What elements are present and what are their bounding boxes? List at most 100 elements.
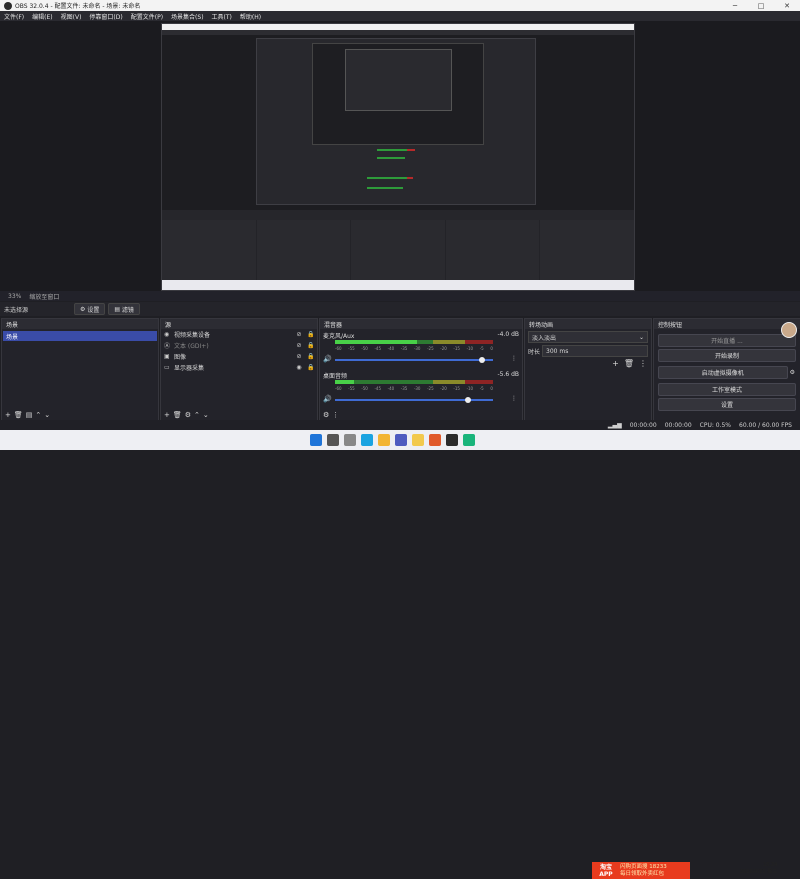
app-icon[interactable] [463, 434, 475, 446]
lock-icon[interactable]: 🔒 [305, 364, 317, 371]
mixer-channel: 麦克风/Aux -4.0 dB -60 -55 -50 -45 -40 -35 -30 -25… [323, 331, 519, 369]
add-icon[interactable]: + [164, 411, 170, 419]
chevron-down-icon: ⌄ [638, 333, 644, 341]
volume-knob[interactable] [478, 357, 485, 363]
properties-button[interactable]: ⚙ 设置 [74, 303, 106, 315]
mixer-channel: 桌面音频 -5.6 dB -60 -55 -50 -45 -40 -35 -30 -25 -20… [323, 371, 519, 409]
move-up-icon[interactable]: ⌃ [35, 411, 41, 419]
gear-icon[interactable]: ⚙ [790, 369, 795, 376]
no-source-label: 未选择源 [4, 306, 29, 314]
add-icon[interactable]: + [612, 359, 619, 368]
maximize-icon[interactable]: □ [748, 2, 774, 10]
more-options-icon[interactable]: ⋮ [639, 359, 647, 368]
nested-window-2 [256, 38, 536, 205]
trash-icon[interactable]: 🗑 [173, 411, 182, 419]
avatar[interactable] [781, 322, 797, 338]
settings-button[interactable]: 设置 [658, 398, 796, 411]
promo-brand: 淘宝 APP [599, 863, 613, 878]
app-icon[interactable] [395, 434, 407, 446]
gear-icon: ⚙ [80, 305, 86, 313]
channel-db: -5.6 dB [497, 371, 519, 378]
source-item[interactable]: ▭ 显示器采集 ◉ 🔒 [161, 362, 317, 373]
volume-knob[interactable] [464, 397, 471, 403]
close-icon[interactable]: ✕ [774, 2, 800, 10]
start-recording-button[interactable]: 开始录制 [658, 349, 796, 362]
filters-button[interactable]: ▤ 滤镜 [108, 303, 140, 315]
file-explorer-icon[interactable] [378, 434, 390, 446]
nested-preview [162, 35, 634, 210]
start-virtual-camera-button[interactable]: 启动虚拟摄像机 [658, 366, 788, 379]
minimize-icon[interactable]: ─ [722, 2, 748, 10]
transitions-dock-title: 转场动画 [525, 319, 651, 329]
task-view-icon[interactable] [344, 434, 356, 446]
add-icon[interactable]: + [5, 411, 11, 419]
taobao-promo[interactable]: 淘宝 APP 闪购页面搜 18233 每日领取外卖红包 [592, 862, 690, 879]
source-item[interactable]: ▣ 图像 ⊘ 🔒 [161, 351, 317, 362]
volume-slider[interactable] [335, 397, 493, 403]
more-options-icon[interactable]: ⋮ [511, 355, 517, 362]
menu-file[interactable]: 文件(F) [4, 12, 24, 21]
speaker-icon[interactable]: 🔊 [323, 395, 332, 403]
scene-item[interactable]: 场景 [3, 331, 157, 341]
filter-icon[interactable]: ▤ [26, 411, 33, 419]
menu-tools[interactable]: 工具(T) [212, 12, 232, 21]
channel-db: -4.0 dB [497, 331, 519, 338]
controls-dock-title: 控制按钮 [654, 319, 800, 329]
edge-icon[interactable] [361, 434, 373, 446]
duration-input[interactable]: 300 ms [542, 345, 648, 357]
eye-hidden-icon[interactable]: ⊘ [293, 331, 305, 338]
eye-hidden-icon[interactable]: ⊘ [293, 342, 305, 349]
studio-mode-button[interactable]: 工作室模式 [658, 383, 796, 396]
taskbar-clock[interactable]: 18:24 2026/4/22 周三 [740, 862, 777, 876]
transitions-dock: 转场动画 淡入淡出 ⌄ 时长 300 ms + 🗑 ⋮ [524, 318, 652, 422]
gear-icon[interactable]: ⚙ [185, 411, 191, 419]
sources-dock: 源 ◉ 视频采集设备 ⊘ 🔒 Ⓐ 文本 (GDI+) ⊘ 🔒 ▣ 图像 ⊘ 🔒 … [160, 318, 318, 422]
mixer-dock-title: 混音器 [320, 319, 522, 329]
zoom-level[interactable]: 33% [8, 293, 21, 300]
move-down-icon[interactable]: ⌄ [44, 411, 50, 419]
menu-help[interactable]: 帮助(H) [240, 12, 261, 21]
source-item[interactable]: ◉ 视频采集设备 ⊘ 🔒 [161, 329, 317, 340]
speaker-icon[interactable]: 🔊 [323, 355, 332, 363]
app-icon[interactable] [429, 434, 441, 446]
promo-line-1: 闪购页面搜 18233 [620, 863, 667, 870]
camera-icon: ◉ [164, 331, 170, 338]
gear-icon[interactable]: ⚙ [323, 411, 329, 419]
menu-bar: 文件(F) 编辑(E) 视图(V) 停靠窗口(D) 配置文件(P) 场景集合(S… [0, 11, 800, 21]
controls-dock: 控制按钮 开始直播 ... 开始录制 启动虚拟摄像机 ⚙ 工作室模式 设置 [653, 318, 800, 422]
menu-view[interactable]: 视图(V) [61, 12, 82, 21]
scenes-dock-title: 场景 [2, 319, 158, 329]
transition-select[interactable]: 淡入淡出 ⌄ [528, 331, 648, 343]
search-icon[interactable] [327, 434, 339, 446]
nested-window-3 [312, 43, 484, 145]
channel-name: 桌面音频 [323, 373, 348, 380]
preview-canvas[interactable] [0, 21, 800, 291]
windows-start-icon[interactable] [310, 434, 322, 446]
move-up-icon[interactable]: ⌃ [194, 411, 200, 419]
menu-edit[interactable]: 编辑(E) [32, 12, 52, 21]
app-icon[interactable] [412, 434, 424, 446]
obs-icon[interactable] [446, 434, 458, 446]
title-bar: OBS 32.0.4 - 配置文件: 未命名 - 场景: 未命名 ─ □ ✕ [0, 0, 800, 11]
eye-hidden-icon[interactable]: ⊘ [293, 353, 305, 360]
meter-ticks: -60 -55 -50 -45 -40 -35 -30 -25 -20 -15 -10 -5 0 [335, 386, 493, 391]
start-streaming-button[interactable]: 开始直播 ... [658, 334, 796, 347]
lock-icon[interactable]: 🔒 [305, 353, 317, 360]
scenes-dock: 场景 场景 + 🗑 ▤ ⌃ ⌄ [1, 318, 159, 422]
source-item[interactable]: Ⓐ 文本 (GDI+) ⊘ 🔒 [161, 340, 317, 351]
scale-mode[interactable]: 缩放至窗口 [29, 292, 59, 301]
more-options-icon[interactable]: ⋮ [332, 411, 339, 419]
volume-slider[interactable] [335, 357, 493, 363]
menu-profile[interactable]: 配置文件(P) [131, 12, 163, 21]
text-icon: Ⓐ [164, 343, 171, 350]
eye-icon[interactable]: ◉ [293, 364, 305, 371]
trash-icon[interactable]: 🗑 [14, 411, 23, 419]
lock-icon[interactable]: 🔒 [305, 331, 317, 338]
move-down-icon[interactable]: ⌄ [203, 411, 209, 419]
more-options-icon[interactable]: ⋮ [511, 395, 517, 402]
trash-icon[interactable]: 🗑 [624, 359, 634, 368]
menu-scene-collection[interactable]: 场景集合(S) [171, 12, 204, 21]
lock-icon[interactable]: 🔒 [305, 342, 317, 349]
menu-docks[interactable]: 停靠窗口(D) [89, 12, 122, 21]
filter-icon: ▤ [114, 305, 120, 313]
